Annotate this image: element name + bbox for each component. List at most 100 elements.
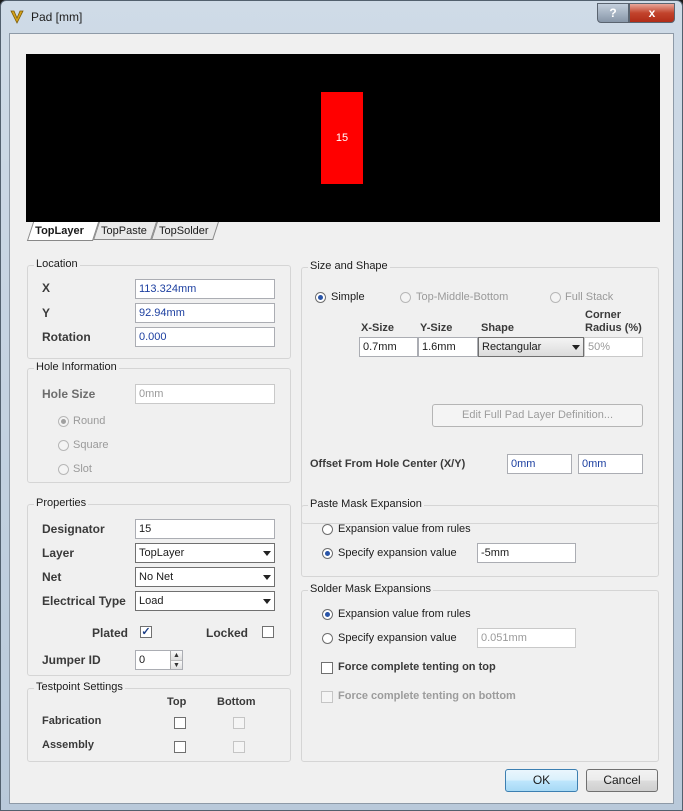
edit-full-pad-layer-button[interactable]: Edit Full Pad Layer Definition... — [432, 404, 643, 427]
electrical-type-value: Load — [139, 595, 164, 607]
net-label: Net — [42, 570, 62, 584]
shape-header: Shape — [481, 322, 515, 334]
spin-up-icon[interactable]: ▲ — [171, 651, 182, 661]
solder-specify-label: Specify expansion value — [338, 632, 457, 644]
jumper-id-label: Jumper ID — [42, 653, 101, 667]
tab-toppaste[interactable]: TopPaste — [93, 222, 157, 240]
solder-mask-group: Solder Mask Expansions Expansion value f… — [301, 583, 659, 762]
hole-round-label: Round — [73, 415, 106, 427]
x-size-input[interactable]: 0.7mm — [359, 337, 418, 357]
x-size-header: X-Size — [361, 322, 395, 334]
y-size-input[interactable]: 1.6mm — [418, 337, 478, 357]
paste-mask-title: Paste Mask Expansion — [308, 498, 424, 510]
hole-size-input[interactable]: 0mm — [135, 384, 275, 404]
layer-select-value: TopLayer — [139, 547, 185, 559]
location-group: Location X 113.324mm Y 92.94mm Rotation … — [27, 258, 291, 359]
solder-rules-radio[interactable] — [322, 609, 333, 620]
hole-size-label: Hole Size — [42, 387, 96, 401]
net-select[interactable]: No Net — [135, 567, 275, 587]
tab-toplayer[interactable]: TopLayer — [26, 222, 100, 241]
top-middle-bottom-radio[interactable] — [400, 292, 411, 303]
paste-expansion-input[interactable]: -5mm — [477, 543, 576, 563]
jumper-id-spinner[interactable]: ▲ ▼ — [170, 651, 182, 669]
close-icon: x — [648, 6, 656, 20]
layer-tabs: TopLayer TopPaste TopSolder — [26, 222, 660, 242]
rotation-input[interactable]: 0.000 — [135, 327, 275, 347]
designator-label: Designator — [42, 522, 105, 536]
corner-radius-header: Radius (%) — [585, 322, 642, 334]
pad-preview: 15 — [26, 54, 660, 222]
y-size-header: Y-Size — [420, 322, 453, 334]
tab-topsolder[interactable]: TopSolder — [151, 222, 219, 240]
pad-dialog-window: Pad [mm] ? x 15 TopLayer TopPaste TopSol… — [0, 0, 683, 811]
assembly-top-checkbox[interactable] — [174, 741, 186, 753]
paste-rules-radio[interactable] — [322, 524, 333, 535]
simple-radio[interactable] — [315, 292, 326, 303]
simple-label: Simple — [331, 291, 365, 303]
top-middle-bottom-label: Top-Middle-Bottom — [416, 291, 509, 303]
electrical-type-label: Electrical Type — [42, 594, 126, 608]
hole-slot-radio[interactable] — [58, 464, 69, 475]
hole-slot-label: Slot — [73, 463, 92, 475]
help-button[interactable]: ? — [597, 3, 629, 23]
close-button[interactable]: x — [629, 3, 675, 23]
layer-select[interactable]: TopLayer — [135, 543, 275, 563]
dialog-client-area: 15 TopLayer TopPaste TopSolder Location … — [9, 33, 674, 804]
testpoint-title: Testpoint Settings — [34, 681, 125, 693]
tent-bottom-label: Force complete tenting on bottom — [338, 690, 516, 702]
jumper-id-input[interactable]: 0 ▲ ▼ — [135, 650, 183, 670]
solder-rules-label: Expansion value from rules — [338, 608, 471, 620]
altium-pad-icon — [10, 10, 24, 24]
tent-top-label: Force complete tenting on top — [338, 661, 496, 673]
chevron-down-icon — [263, 551, 271, 556]
hole-info-title: Hole Information — [34, 361, 119, 373]
full-stack-label: Full Stack — [565, 291, 614, 303]
assembly-bottom-checkbox[interactable] — [233, 741, 245, 753]
assembly-label: Assembly — [42, 739, 94, 751]
tab-topsolder-label: TopSolder — [159, 225, 209, 237]
ok-button[interactable]: OK — [505, 769, 578, 792]
y-input[interactable]: 92.94mm — [135, 303, 275, 323]
offset-x-input[interactable]: 0mm — [507, 454, 572, 474]
properties-title: Properties — [34, 497, 89, 509]
chevron-down-icon — [572, 345, 580, 350]
paste-rules-label: Expansion value from rules — [338, 523, 471, 535]
tab-toppaste-label: TopPaste — [101, 225, 147, 237]
title-bar[interactable]: Pad [mm] ? x — [1, 1, 682, 33]
pad-shape-preview: 15 — [321, 92, 363, 184]
corner-header: Corner — [585, 309, 622, 321]
locked-checkbox[interactable] — [262, 626, 274, 638]
fabrication-top-checkbox[interactable] — [174, 717, 186, 729]
electrical-type-select[interactable]: Load — [135, 591, 275, 611]
hole-round-radio[interactable] — [58, 416, 69, 427]
fabrication-bottom-checkbox[interactable] — [233, 717, 245, 729]
full-stack-radio[interactable] — [550, 292, 561, 303]
paste-specify-radio[interactable] — [322, 548, 333, 559]
spin-down-icon[interactable]: ▼ — [171, 661, 182, 669]
solder-specify-radio[interactable] — [322, 633, 333, 644]
offset-y-input[interactable]: 0mm — [578, 454, 643, 474]
paste-mask-group: Paste Mask Expansion Expansion value fro… — [301, 498, 659, 577]
testpoint-group: Testpoint Settings Top Bottom Fabricatio… — [27, 681, 291, 762]
solder-expansion-input[interactable]: 0.051mm — [477, 628, 576, 648]
testpoint-bottom-header: Bottom — [217, 696, 256, 708]
designator-input[interactable]: 15 — [135, 519, 275, 539]
y-label: Y — [42, 306, 51, 320]
plated-checkbox[interactable]: ✓ — [140, 626, 152, 638]
tent-top-checkbox[interactable] — [321, 662, 333, 674]
x-input[interactable]: 113.324mm — [135, 279, 275, 299]
layer-label: Layer — [42, 546, 75, 560]
hole-square-radio[interactable] — [58, 440, 69, 451]
window-title: Pad [mm] — [31, 10, 83, 24]
pad-preview-label: 15 — [335, 132, 349, 144]
shape-select[interactable]: Rectangular — [478, 337, 584, 357]
tent-bottom-checkbox[interactable] — [321, 691, 333, 703]
cancel-button[interactable]: Cancel — [586, 769, 658, 792]
fabrication-label: Fabrication — [42, 715, 102, 727]
plated-label: Plated — [92, 626, 129, 640]
size-shape-group: Size and Shape Simple Top-Middle-Bottom … — [301, 260, 659, 524]
testpoint-top-header: Top — [167, 696, 187, 708]
locked-label: Locked — [206, 626, 249, 640]
corner-radius-input[interactable]: 50% — [584, 337, 643, 357]
hole-info-group: Hole Information Hole Size 0mm Round Squ… — [27, 361, 291, 483]
